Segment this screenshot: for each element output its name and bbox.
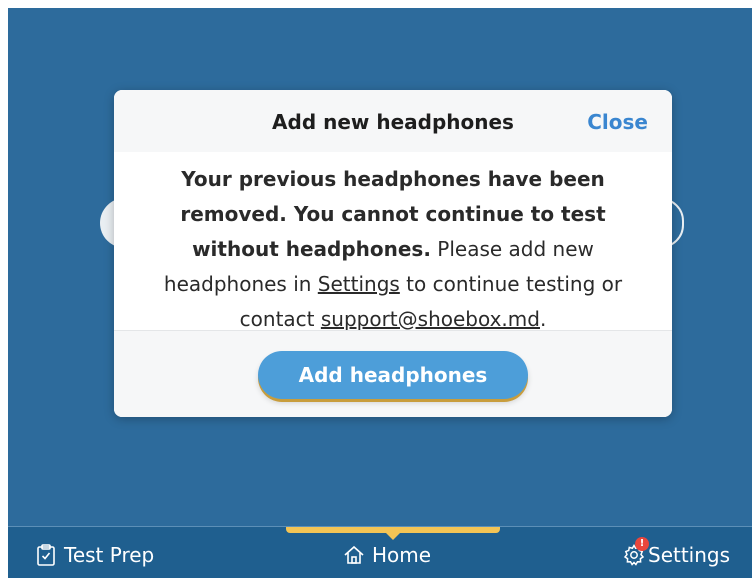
tab-label: Settings — [648, 543, 731, 567]
settings-link[interactable]: Settings — [318, 272, 400, 296]
tab-settings[interactable]: ! Settings — [622, 537, 731, 567]
bottom-tab-bar: Test Prep Home ! Settings — [8, 526, 752, 578]
home-icon — [344, 545, 364, 564]
settings-icon-wrapper: ! — [622, 537, 649, 567]
close-button[interactable]: Close — [587, 110, 648, 134]
tab-test-prep[interactable]: Test Prep — [34, 543, 154, 567]
clipboard-check-icon — [37, 544, 55, 566]
dialog-header: Add new headphones Close — [114, 90, 672, 152]
tab-label: Test Prep — [64, 543, 155, 567]
message-text-end: . — [539, 307, 547, 331]
notification-badge: ! — [635, 537, 649, 551]
dialog-message: Your previous headphones have been remov… — [114, 152, 672, 331]
dialog-footer: Add headphones — [114, 330, 672, 417]
add-headphones-dialog: Add new headphones Close Your previous h… — [114, 90, 672, 417]
support-email-link[interactable]: support@shoebox.md — [321, 307, 540, 331]
add-headphones-button[interactable]: Add headphones — [258, 351, 528, 399]
app-screen: Add new headphones Close Your previous h… — [8, 8, 752, 578]
active-tab-notch — [385, 532, 401, 540]
tab-home[interactable]: Home — [342, 543, 431, 567]
tab-label: Home — [372, 543, 432, 567]
